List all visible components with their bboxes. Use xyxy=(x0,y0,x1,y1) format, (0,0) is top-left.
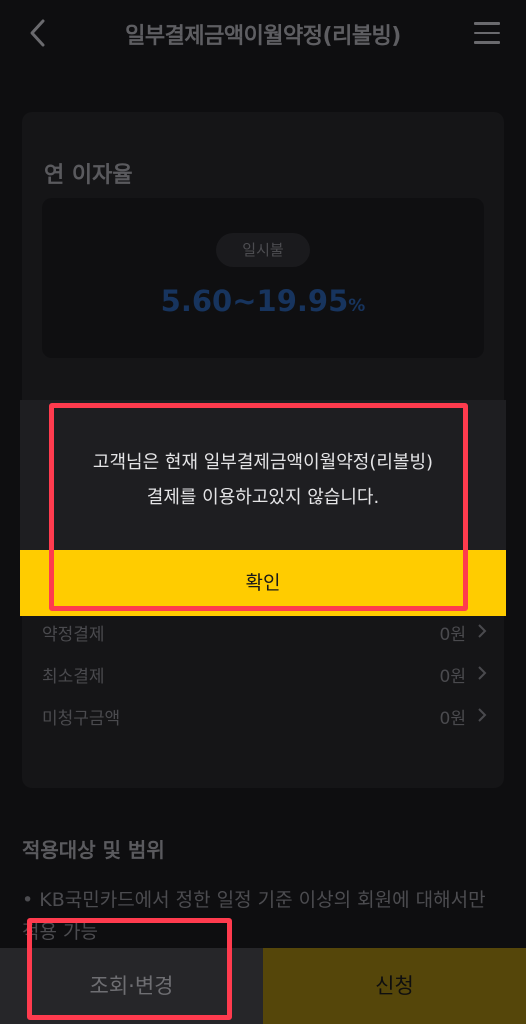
chevron-right-icon xyxy=(478,708,487,722)
interest-rate-title: 연 이자율 xyxy=(44,163,133,188)
scope-bullet: • KB국민카드에서 정한 일정 기준 이상의 회원에 대해서만 적용 가능 xyxy=(22,889,486,943)
scope-title: 적용대상 및 범위 xyxy=(22,838,165,862)
rate-type-badge: 일시불 xyxy=(216,233,310,267)
apply-button[interactable]: 신청 xyxy=(263,948,526,1024)
chevron-right-icon xyxy=(478,624,487,638)
page-title: 일부결제금액이월약정(리볼빙) xyxy=(125,24,401,49)
row-label: 최소결제 xyxy=(42,667,105,687)
row-amount: 0원 xyxy=(439,709,466,729)
inquiry-change-button[interactable]: 조회·변경 xyxy=(0,948,263,1024)
row-label: 약정결제 xyxy=(42,625,105,645)
interest-rate-box: 일시불 5.60~19.95% xyxy=(42,198,484,358)
row-amount: 0원 xyxy=(439,667,466,687)
dialog-message: 고객님은 현재 일부결제금액이월약정(리볼빙) 결제를 이용하고있지 않습니다. xyxy=(92,452,434,508)
bottom-action-bar: 조회·변경 신청 xyxy=(0,948,526,1024)
row-contract-payment[interactable]: 약정결제 0원 xyxy=(42,616,488,646)
interest-rate-value: 5.60~19.95% xyxy=(160,284,366,318)
chevron-right-icon xyxy=(478,666,487,680)
header: 일부결제금액이월약정(리볼빙) xyxy=(0,0,526,66)
confirm-button[interactable]: 확인 xyxy=(20,550,506,616)
alert-dialog: 고객님은 현재 일부결제금액이월약정(리볼빙) 결제를 이용하고있지 않습니다.… xyxy=(20,400,506,616)
row-unbilled-amount[interactable]: 미청구금액 0원 xyxy=(42,700,488,730)
row-label: 미청구금액 xyxy=(42,709,121,729)
hamburger-menu-icon[interactable] xyxy=(474,22,500,44)
row-minimum-payment[interactable]: 최소결제 0원 xyxy=(42,658,488,688)
row-amount: 0원 xyxy=(439,625,466,645)
